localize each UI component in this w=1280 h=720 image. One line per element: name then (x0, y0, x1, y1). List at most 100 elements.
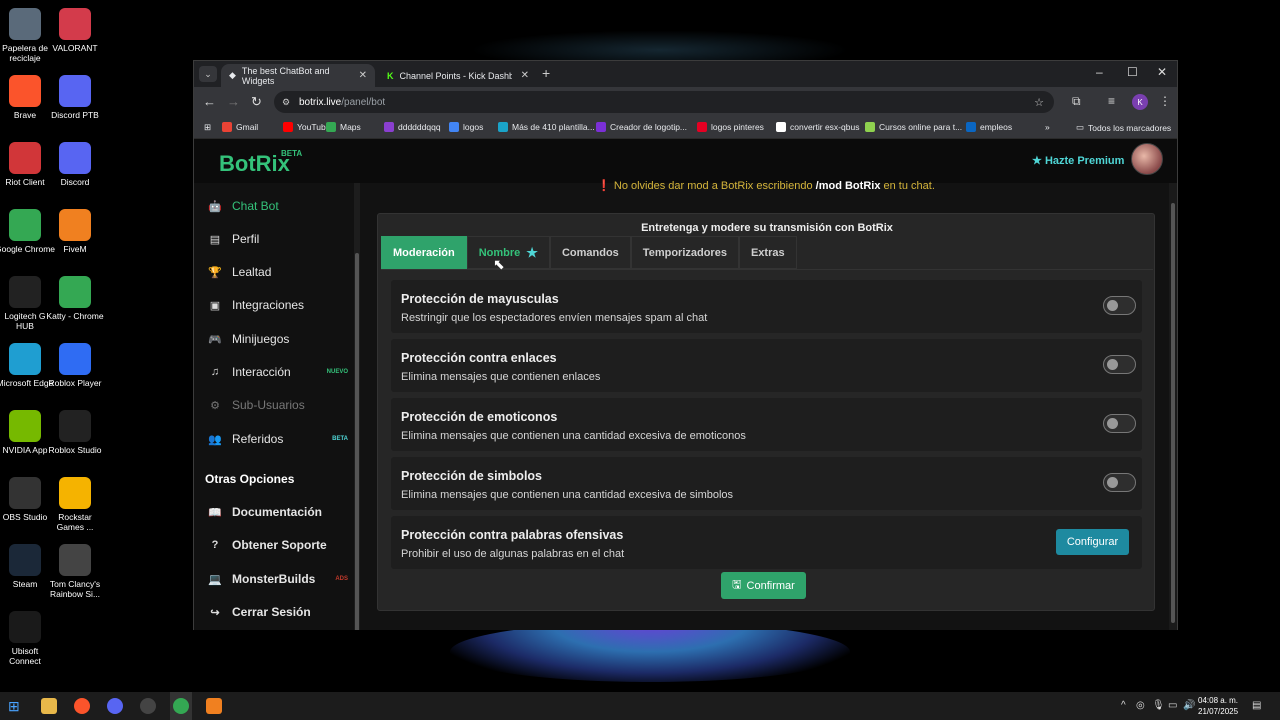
sidebar-other-item[interactable]: ? Obtener Soporte (208, 538, 348, 552)
tab-nombre[interactable]: Nombre ★ (466, 236, 550, 269)
sidebar-scrollbar[interactable] (354, 183, 360, 630)
windows-start-icon[interactable]: ⊞ (8, 698, 24, 714)
desktop-icon[interactable]: Roblox Player (45, 343, 105, 388)
desktop-icon[interactable]: Roblox Studio (45, 410, 105, 455)
extensions-icon[interactable]: ⧉ (1072, 94, 1081, 109)
botrix-favicon-icon: ◆ (229, 70, 236, 80)
forward-button[interactable]: → (227, 94, 240, 109)
wallpaper-glow-bottom (450, 622, 850, 682)
apps-icon[interactable]: ⊞ (204, 122, 211, 133)
user-avatar[interactable] (1131, 143, 1163, 175)
bookmark-item[interactable]: empleos (966, 122, 1012, 132)
obs-icon[interactable] (140, 698, 156, 714)
sidebar-other-item[interactable]: ↪ Cerrar Sesión (208, 605, 348, 619)
close-window-button[interactable]: ✕ (1157, 65, 1167, 79)
brave-icon[interactable] (74, 698, 90, 714)
bookmark-item[interactable]: Maps (326, 122, 361, 132)
tab-comandos[interactable]: Comandos (549, 236, 631, 269)
close-icon[interactable]: ✕ (521, 70, 529, 81)
desktop-icon[interactable]: Discord (45, 142, 105, 187)
desktop-icon[interactable]: FiveM (45, 209, 105, 254)
site-header: BotRix BETA ★ Hazte Premium (194, 139, 1177, 183)
sidebar-item[interactable]: ⚙ Sub-Usuarios (208, 398, 348, 412)
bookmark-star-icon[interactable]: ☆ (1034, 96, 1044, 109)
bookmark-item[interactable]: Creador de logotip... (596, 122, 687, 132)
bookmark-item[interactable]: YouTube (283, 122, 330, 132)
network-icon[interactable]: ▭ (1168, 700, 1177, 711)
tab-temporizadores[interactable]: Temporizadores (630, 236, 739, 269)
sidebar-item[interactable]: ♫ Interacción NUEVO (208, 365, 348, 379)
maximize-button[interactable]: ☐ (1127, 65, 1138, 79)
desktop-icon[interactable]: VALORANT (45, 8, 105, 53)
desktop-icon[interactable]: Tom Clancy's Rainbow Si... (45, 544, 105, 599)
configure-button[interactable]: Configurar (1056, 529, 1129, 555)
site-info-icon[interactable]: ⚙ (282, 97, 290, 108)
file-explorer-icon[interactable] (41, 698, 57, 714)
tray-expand-icon[interactable]: ^ (1121, 700, 1126, 711)
tab-search-button[interactable]: ⌄ (199, 66, 217, 82)
desktop-icon[interactable]: Discord PTB (45, 75, 105, 120)
tray-app-icon[interactable]: ◎ (1136, 700, 1145, 711)
tab-extras[interactable]: Extras (738, 236, 797, 269)
symbols-toggle[interactable] (1103, 473, 1136, 492)
desktop-icon[interactable]: Ubisoft Connect (0, 611, 55, 666)
caps-toggle[interactable] (1103, 296, 1136, 315)
bookmark-label: convertir esx-qbus (790, 122, 860, 132)
back-button[interactable]: ← (203, 94, 216, 109)
tab-botrix[interactable]: ◆ The best ChatBot and Widgets ✕ (221, 64, 375, 87)
address-toolbar: ← → ↻ ⚙ botrix.live/panel/bot ☆ ⧉ ≡ K ⋮ (194, 87, 1177, 117)
media-control-icon[interactable]: ≡ (1108, 94, 1115, 108)
sidebar-item[interactable]: ▤ Perfil (208, 232, 348, 246)
links-toggle[interactable] (1103, 355, 1136, 374)
notifications-icon[interactable]: ▤ (1252, 700, 1261, 711)
botrix-logo[interactable]: BotRix BETA (219, 149, 302, 177)
bookmark-item[interactable]: Cursos online para t... (865, 122, 962, 132)
minimize-button[interactable]: – (1096, 65, 1103, 79)
tab-kick[interactable]: K Channel Points - Kick Dashboa ✕ (379, 64, 537, 87)
sidebar-item[interactable]: 🏆 Lealtad (208, 265, 348, 279)
address-bar[interactable]: ⚙ botrix.live/panel/bot ☆ (274, 91, 1054, 113)
mouse-cursor-icon: ⬉ (493, 256, 505, 272)
close-icon[interactable]: ✕ (359, 70, 367, 81)
bookmark-item[interactable]: Más de 410 plantilla... (498, 122, 595, 132)
profile-initial: K (1137, 97, 1143, 107)
desktop-icon-label: VALORANT (52, 43, 98, 53)
bookmark-item[interactable]: logos pinteres (697, 122, 764, 132)
clock[interactable]: 04:08 a. m. 21/07/2025 (1198, 695, 1238, 717)
bookmark-item[interactable]: ddddddqqq (384, 122, 441, 132)
sidebar-item[interactable]: 👥 Referidos BETA (208, 432, 348, 446)
bookmark-label: logos (463, 122, 484, 132)
menu-icon[interactable]: ⋮ (1159, 94, 1171, 108)
profile-avatar[interactable]: K (1132, 94, 1148, 110)
all-bookmarks-button[interactable]: ▭ Todos los marcadores (1076, 122, 1171, 133)
option-symbol-protection: Protección de simbolos Elimina mensajes … (391, 457, 1142, 510)
more-bookmarks-icon[interactable]: » (1045, 122, 1050, 132)
sidebar-item[interactable]: 🎮 Minijuegos (208, 332, 348, 346)
sidebar-other-item[interactable]: 📖 Documentación (208, 505, 348, 519)
reload-button[interactable]: ↻ (251, 94, 262, 110)
sidebar-other-item[interactable]: 💻 MonsterBuilds ADS (208, 572, 348, 586)
discord-icon[interactable] (107, 698, 123, 714)
chrome-icon[interactable] (173, 698, 189, 714)
bookmark-item[interactable]: logos (449, 122, 483, 132)
volume-icon[interactable]: 🔊 (1183, 700, 1195, 711)
tab-moderacion[interactable]: Moderación (381, 236, 467, 269)
tab-label: Extras (750, 246, 785, 259)
page-scrollbar[interactable] (1169, 183, 1177, 630)
logo-beta-badge: BETA (281, 149, 303, 158)
microphone-icon[interactable]: 🎙 (1152, 700, 1165, 711)
bookmark-favicon-icon (966, 122, 976, 132)
premium-button[interactable]: ★ Hazte Premium (1032, 154, 1124, 167)
desktop-icon[interactable]: Rockstar Games ... (45, 477, 105, 532)
sidebar-item-label: MonsterBuilds (232, 572, 316, 586)
new-tab-button[interactable]: + (542, 65, 550, 81)
fivem-icon[interactable] (206, 698, 222, 714)
bookmark-item[interactable]: Gmail (222, 122, 258, 132)
desktop-icon[interactable]: Katty - Chrome (45, 276, 105, 321)
bookmark-item[interactable]: convertir esx-qbus (776, 122, 859, 132)
sidebar-item-label: Obtener Soporte (232, 538, 327, 552)
confirm-button[interactable]: 🖫 Confirmar (721, 572, 806, 599)
sidebar-item[interactable]: 🤖 Chat Bot (208, 199, 348, 213)
sidebar-item[interactable]: ▣ Integraciones (208, 298, 348, 312)
emotes-toggle[interactable] (1103, 414, 1136, 433)
